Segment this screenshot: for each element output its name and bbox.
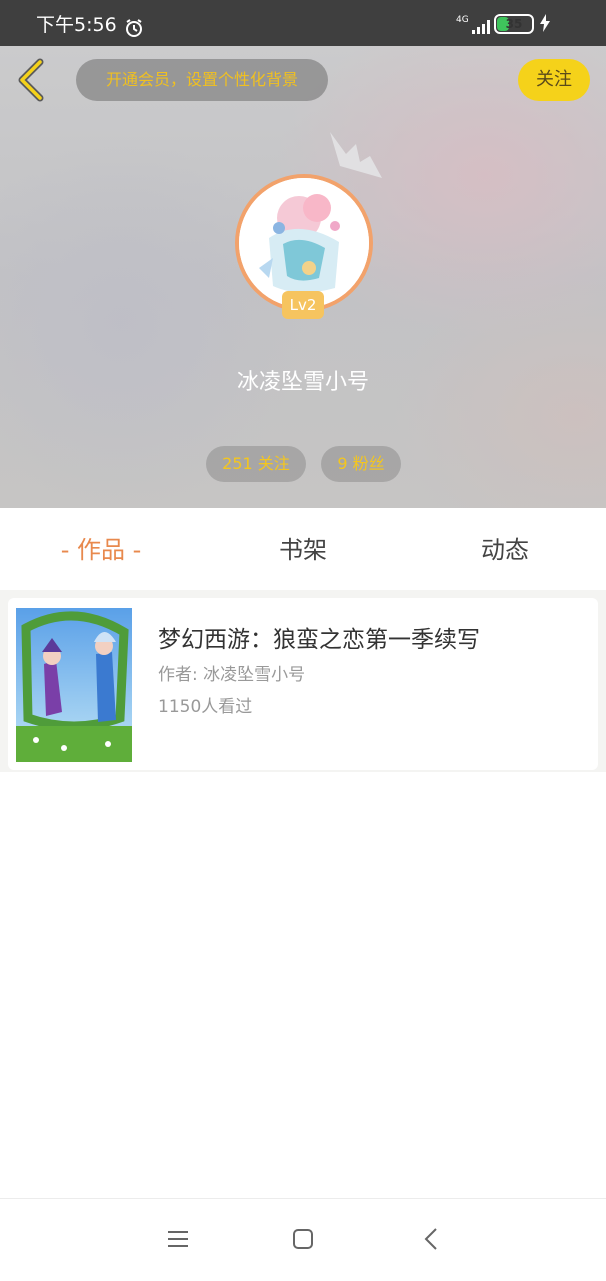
- back-button[interactable]: [14, 58, 54, 104]
- signal-icon: [472, 18, 494, 38]
- tab-works[interactable]: - 作品 -: [0, 508, 202, 592]
- menu-icon[interactable]: [166, 1227, 190, 1251]
- fans-count[interactable]: 9 粉丝: [321, 446, 401, 482]
- home-square-icon[interactable]: [291, 1227, 315, 1251]
- battery-icon: 35: [494, 14, 534, 34]
- profile-tabs: - 作品 - 书架 动态: [0, 508, 606, 592]
- username: 冰凌坠雪小号: [236, 370, 369, 395]
- avatar-image: [239, 178, 369, 308]
- follow-button[interactable]: 关注: [518, 59, 590, 101]
- work-author: 作者: 冰凌坠雪小号: [158, 665, 306, 685]
- vip-background-prompt[interactable]: 开通会员，设置个性化背景: [76, 59, 328, 101]
- following-count[interactable]: 251 关注: [206, 446, 306, 482]
- battery-percentage: 35: [505, 17, 523, 31]
- status-time: 下午5:56: [36, 14, 117, 36]
- profile-header: 开通会员，设置个性化背景 关注 Lv2 冰凌坠雪小号 251 关注 9 粉丝: [0, 46, 606, 508]
- system-nav-bar: [0, 1198, 606, 1281]
- list-item[interactable]: 梦幻西游：狼蛮之恋第一季续写 作者: 冰凌坠雪小号 1150人看过: [8, 598, 598, 770]
- network-type-label: 4G: [456, 15, 469, 25]
- work-views: 1150人看过: [158, 697, 253, 717]
- back-arrow-icon: [18, 58, 44, 102]
- book-cover: [16, 608, 132, 762]
- charging-icon: [539, 14, 551, 36]
- level-badge: Lv2: [282, 291, 324, 319]
- status-bar: 下午5:56 4G 35: [0, 0, 606, 46]
- alarm-icon: [124, 18, 144, 42]
- tab-bookshelf[interactable]: 书架: [202, 508, 404, 592]
- back-chevron-icon[interactable]: [420, 1227, 444, 1251]
- tab-activity[interactable]: 动态: [404, 508, 606, 592]
- work-title: 梦幻西游：狼蛮之恋第一季续写: [158, 627, 480, 653]
